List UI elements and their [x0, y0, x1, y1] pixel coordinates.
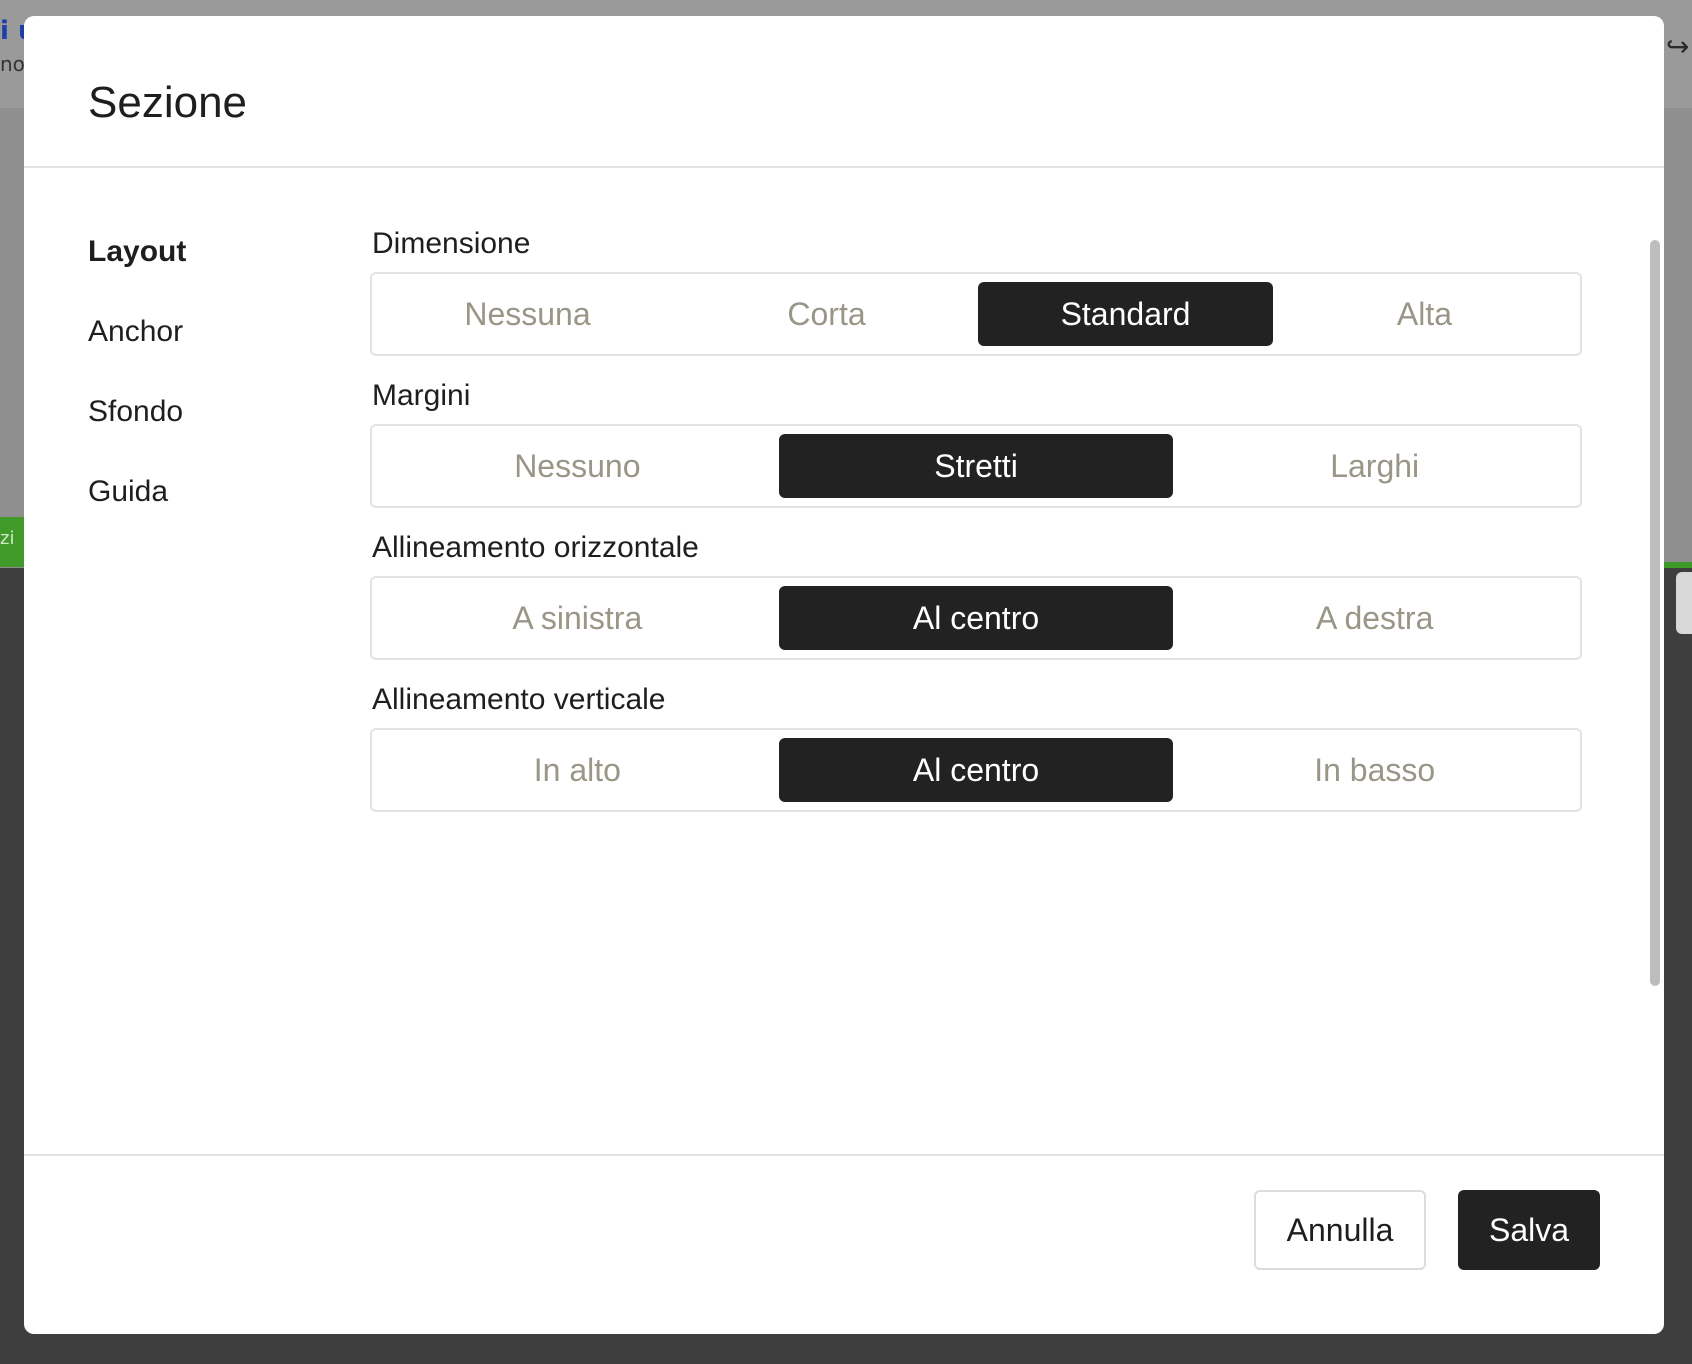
size-option-none[interactable]: Nessuna [380, 282, 675, 346]
horizontal-align-group: Allineamento orizzontale A sinistra Al c… [370, 530, 1582, 660]
vertical-align-segmented-control: In alto Al centro In basso [370, 728, 1582, 812]
sidenav-item-anchor[interactable]: Anchor [88, 312, 186, 392]
horizontal-align-label: Allineamento orizzontale [372, 531, 699, 564]
cancel-button[interactable]: Annulla [1254, 1190, 1426, 1270]
size-label: Dimensione [372, 227, 531, 260]
redo-icon: ↪ [1666, 30, 1690, 63]
valign-option-center[interactable]: Al centro [778, 738, 1174, 802]
save-button[interactable]: Salva [1458, 1190, 1600, 1270]
halign-option-left[interactable]: A sinistra [380, 586, 775, 650]
dialog-header: Sezione [24, 16, 1664, 168]
halign-option-right[interactable]: A destra [1177, 586, 1572, 650]
sidenav-item-sfondo[interactable]: Sfondo [88, 392, 186, 472]
valign-option-top[interactable]: In alto [380, 738, 775, 802]
dialog-title: Sezione [88, 78, 248, 127]
sidenav-item-layout[interactable]: Layout [88, 232, 186, 312]
margins-group: Margini Nessuno Stretti Larghi [370, 378, 1582, 508]
horizontal-align-segmented-control: A sinistra Al centro A destra [370, 576, 1582, 660]
size-group: Dimensione Nessuna Corta Standard Alta [370, 226, 1582, 356]
dialog-sidenav: Layout Anchor Sfondo Guida [88, 232, 186, 552]
vertical-align-group: Allineamento verticale In alto Al centro… [370, 682, 1582, 812]
halign-option-center[interactable]: Al centro [778, 586, 1174, 650]
margins-label: Margini [372, 379, 471, 412]
layout-settings: Dimensione Nessuna Corta Standard Alta M… [370, 226, 1582, 834]
size-option-short[interactable]: Corta [679, 282, 974, 346]
dialog-body: Layout Anchor Sfondo Guida Dimensione Ne… [24, 170, 1664, 1158]
margins-option-wide[interactable]: Larghi [1177, 434, 1572, 498]
background-green-text: zi [0, 528, 15, 549]
size-option-tall[interactable]: Alta [1277, 282, 1572, 346]
margins-option-narrow[interactable]: Stretti [778, 434, 1174, 498]
size-option-standard[interactable]: Standard [978, 282, 1273, 346]
dialog-footer: Annulla Salva [24, 1154, 1664, 1334]
vertical-align-label: Allineamento verticale [372, 683, 666, 716]
size-segmented-control: Nessuna Corta Standard Alta [370, 272, 1582, 356]
margins-segmented-control: Nessuno Stretti Larghi [370, 424, 1582, 508]
background-subtext-fragment: no [0, 52, 25, 76]
valign-option-bottom[interactable]: In basso [1177, 738, 1572, 802]
sidenav-item-guida[interactable]: Guida [88, 472, 186, 552]
background-green-line [1660, 562, 1692, 568]
margins-option-none[interactable]: Nessuno [380, 434, 775, 498]
section-dialog: Sezione Layout Anchor Sfondo Guida Dimen… [24, 16, 1664, 1334]
dialog-scrollbar[interactable] [1650, 240, 1660, 986]
background-side-handle [1676, 572, 1692, 634]
